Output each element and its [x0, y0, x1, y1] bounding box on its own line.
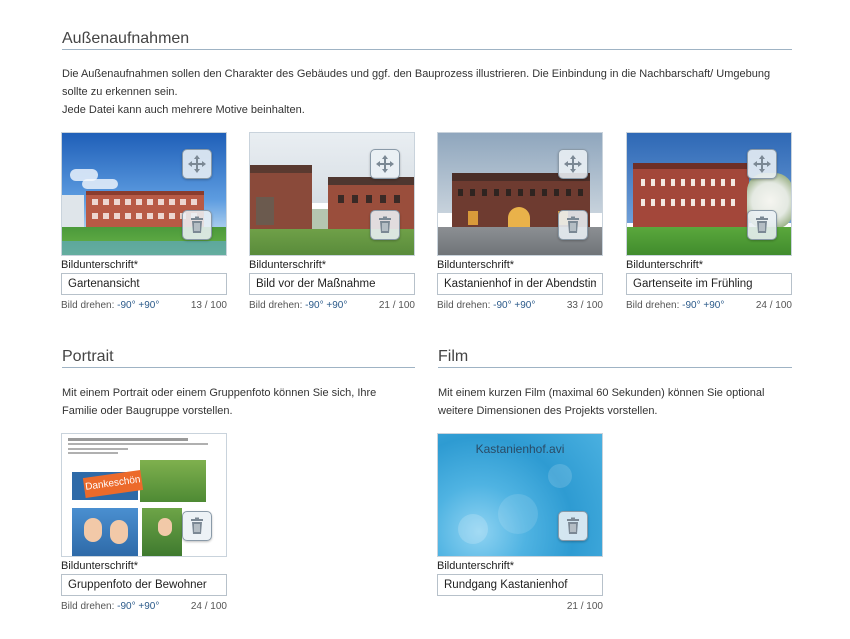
character-count: 13 / 100: [190, 300, 227, 311]
rotate-right-link[interactable]: +90°: [138, 300, 159, 311]
description-line: Familie oder Baugruppe vorstellen.: [62, 405, 233, 417]
portrait-description: Mit einem Portrait oder einem Gruppenfot…: [62, 384, 422, 420]
rotate-label: Bild drehen:: [61, 601, 115, 612]
image-card: Bildunterschrift* Bild drehen: -90° +90°…: [61, 132, 227, 314]
caption-input[interactable]: [626, 273, 792, 295]
description-line: Mit einem Portrait oder einem Gruppenfot…: [62, 387, 377, 399]
caption-label: Bildunterschrift*: [437, 560, 515, 572]
caption-input[interactable]: [61, 273, 227, 295]
rotate-left-link[interactable]: -90°: [493, 300, 511, 311]
section-title-film: Film: [438, 348, 469, 365]
photo-thumbnail[interactable]: [437, 132, 603, 256]
section-divider: [62, 49, 792, 50]
video-thumbnail[interactable]: Kastanienhof.avi: [437, 433, 603, 557]
character-count: 24 / 100: [755, 300, 792, 311]
exterior-description: Die Außenaufnahmen sollen den Charakter …: [62, 65, 802, 119]
photo-thumbnail[interactable]: [626, 132, 792, 256]
rotate-right-link[interactable]: +90°: [514, 300, 535, 311]
character-count: 33 / 100: [566, 300, 603, 311]
move-arrows-icon[interactable]: [182, 149, 212, 179]
caption-label: Bildunterschrift*: [61, 259, 139, 271]
rotate-right-link[interactable]: +90°: [138, 601, 159, 612]
description-line: Die Außenaufnahmen sollen den Charakter …: [62, 68, 771, 80]
image-meta: Bild drehen: -90° +90° 21 / 100: [249, 298, 415, 314]
rotate-label: Bild drehen:: [61, 300, 115, 311]
rotate-left-link[interactable]: -90°: [117, 300, 135, 311]
rotate-label: Bild drehen:: [626, 300, 680, 311]
character-count: 21 / 100: [378, 300, 415, 311]
video-file-name: Kastanienhof.avi: [475, 442, 565, 456]
section-title-portrait: Portrait: [62, 348, 114, 365]
caption-input[interactable]: [61, 574, 227, 596]
description-line: Jede Datei kann auch mehrere Motive bein…: [62, 104, 305, 116]
caption-label: Bildunterschrift*: [61, 560, 139, 572]
move-arrows-icon[interactable]: [747, 149, 777, 179]
section-divider: [62, 367, 415, 368]
caption-label: Bildunterschrift*: [626, 259, 704, 271]
trash-icon[interactable]: [747, 210, 777, 240]
image-card: Bildunterschrift* Bild drehen: -90° +90°…: [626, 132, 792, 314]
trash-icon[interactable]: [182, 210, 212, 240]
caption-input[interactable]: [249, 273, 415, 295]
photo-thumbnail[interactable]: Dankeschön: [61, 433, 227, 557]
video-meta: 21 / 100: [437, 599, 603, 615]
film-description: Mit einem kurzen Film (maximal 60 Sekund…: [438, 384, 798, 420]
rotate-left-link[interactable]: -90°: [682, 300, 700, 311]
description-line: Mit einem kurzen Film (maximal 60 Sekund…: [438, 387, 765, 399]
rotate-label: Bild drehen:: [437, 300, 491, 311]
trash-icon[interactable]: [370, 210, 400, 240]
description-line: sollte zu erkennen sein.: [62, 86, 178, 98]
character-count: 24 / 100: [190, 601, 227, 612]
description-line: weitere Dimensionen des Projekts vorstel…: [438, 405, 658, 417]
rotate-right-link[interactable]: +90°: [326, 300, 347, 311]
caption-input[interactable]: [437, 273, 603, 295]
trash-icon[interactable]: [182, 511, 212, 541]
rotate-left-link[interactable]: -90°: [305, 300, 323, 311]
photo-thumbnail[interactable]: [61, 132, 227, 256]
image-card: Bildunterschrift* Bild drehen: -90° +90°…: [249, 132, 415, 314]
trash-icon[interactable]: [558, 511, 588, 541]
move-arrows-icon[interactable]: [558, 149, 588, 179]
image-card: Dankeschön Bildunterschrift* Bild drehen…: [61, 433, 227, 615]
video-card: Kastanienhof.avi Bildunterschrift* 21 / …: [437, 433, 603, 615]
image-meta: Bild drehen: -90° +90° 24 / 100: [61, 599, 227, 615]
image-meta: Bild drehen: -90° +90° 13 / 100: [61, 298, 227, 314]
character-count: 21 / 100: [566, 601, 603, 612]
caption-input[interactable]: [437, 574, 603, 596]
caption-label: Bildunterschrift*: [249, 259, 327, 271]
rotate-right-link[interactable]: +90°: [703, 300, 724, 311]
trash-icon[interactable]: [558, 210, 588, 240]
image-meta: Bild drehen: -90° +90° 24 / 100: [626, 298, 792, 314]
photo-thumbnail[interactable]: [249, 132, 415, 256]
rotate-label: Bild drehen:: [249, 300, 303, 311]
section-title-exterior: Außenaufnahmen: [62, 30, 190, 47]
image-card: Bildunterschrift* Bild drehen: -90° +90°…: [437, 132, 603, 314]
rotate-left-link[interactable]: -90°: [117, 601, 135, 612]
caption-label: Bildunterschrift*: [437, 259, 515, 271]
image-meta: Bild drehen: -90° +90° 33 / 100: [437, 298, 603, 314]
section-divider: [438, 367, 792, 368]
move-arrows-icon[interactable]: [370, 149, 400, 179]
